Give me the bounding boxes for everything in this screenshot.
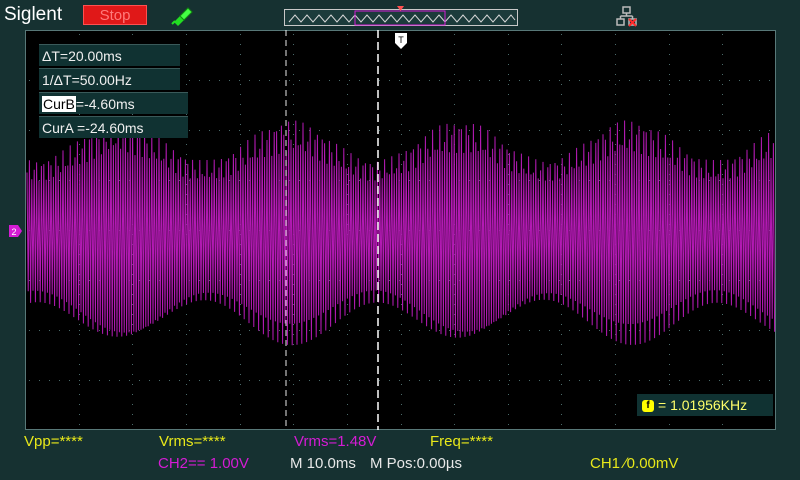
- cursor-b-readout[interactable]: CurB=-4.60ms: [39, 92, 188, 114]
- network-icon: [616, 6, 638, 28]
- cursor-b-value: =-4.60ms: [75, 96, 135, 112]
- measure-vrms-ch2: Vrms=1.48V: [294, 433, 377, 450]
- frequency-value: = 1.01956KHz: [658, 397, 748, 413]
- measure-vpp: Vpp=****: [24, 433, 83, 450]
- waveform-display[interactable]: ΔT=20.00ms 1/ΔT=50.00Hz CurB=-4.60ms Cur…: [25, 30, 776, 430]
- svg-text:T: T: [398, 35, 404, 45]
- frequency-icon: f: [642, 400, 654, 413]
- ch2-scale[interactable]: CH2== 1.00V: [158, 455, 249, 473]
- trigger-setting[interactable]: CH1 ∕0.00mV: [590, 455, 678, 473]
- frequency-counter: f = 1.01956KHz: [637, 394, 773, 416]
- inverse-delta-t-readout: 1/ΔT=50.00Hz: [39, 68, 180, 90]
- trigger-probe-icon: [170, 4, 194, 26]
- time-cursors[interactable]: [25, 30, 776, 430]
- timebase[interactable]: M 10.0ms: [290, 455, 356, 473]
- svg-text:2: 2: [11, 227, 16, 237]
- cursor-b-flag-icon: T: [395, 33, 407, 49]
- memory-position[interactable]: M Pos:0.00µs: [370, 455, 462, 473]
- cursor-a-readout[interactable]: CurA =-24.60ms: [39, 116, 188, 138]
- run-stop-status[interactable]: Stop: [83, 5, 147, 25]
- ch2-level-marker-icon[interactable]: 2: [9, 224, 23, 238]
- brand-label: Siglent: [4, 4, 63, 25]
- cursor-b-label: CurB: [42, 96, 76, 112]
- measure-vrms-ch1: Vrms=****: [159, 433, 226, 450]
- delta-t-readout: ΔT=20.00ms: [39, 44, 180, 66]
- measure-freq: Freq=****: [430, 433, 493, 450]
- trigger-position-marker: [397, 0, 404, 11]
